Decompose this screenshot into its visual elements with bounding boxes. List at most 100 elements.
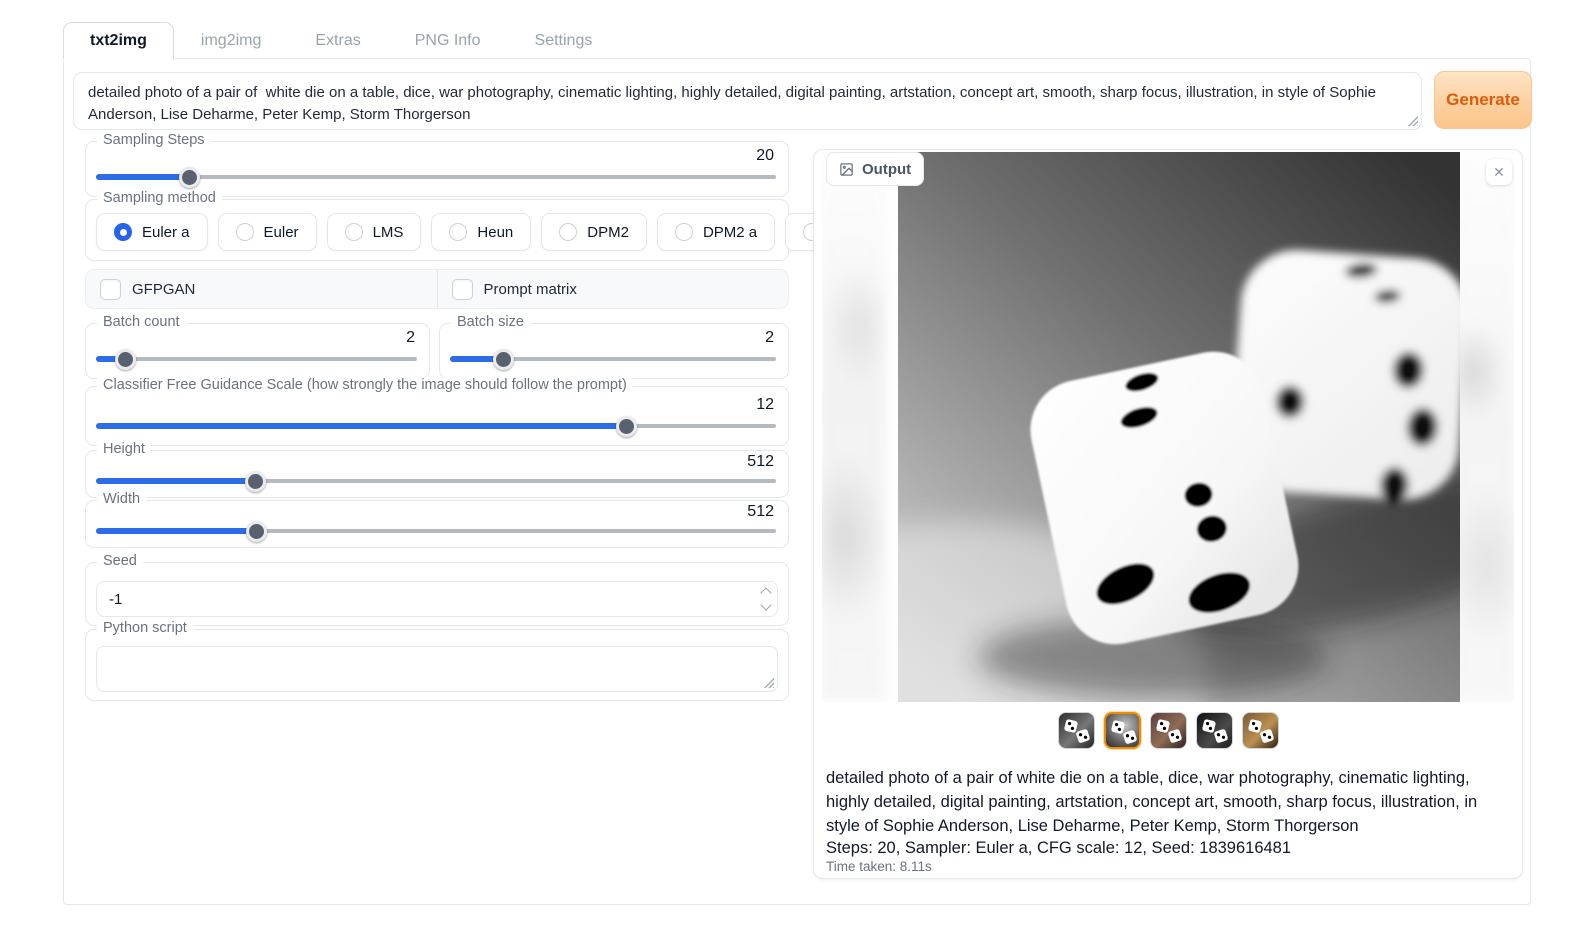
prompt-input[interactable]: detailed photo of a pair of white die on… — [74, 73, 1421, 129]
output-thumbnail-1[interactable] — [1058, 712, 1095, 749]
output-image-stage — [822, 152, 1514, 702]
width-label: Width — [97, 491, 146, 507]
checkbox-icon — [452, 279, 473, 300]
radio-icon — [559, 223, 577, 241]
width-slider[interactable] — [96, 521, 776, 541]
sampling-method-label: Sampling method — [97, 190, 222, 206]
slider-handle[interactable] — [246, 521, 267, 542]
height-slider[interactable] — [96, 471, 776, 491]
cfg-scale-slider[interactable] — [96, 416, 776, 436]
checkbox-icon — [100, 279, 121, 300]
cfg-scale-label: Classifier Free Guidance Scale (how stro… — [97, 377, 633, 393]
slider-fill — [96, 174, 189, 180]
gfpgan-checkbox[interactable]: GFPGAN — [86, 270, 437, 308]
seed-group: Seed — [85, 562, 789, 626]
tab-png-info[interactable]: PNG Info — [388, 22, 508, 59]
image-icon — [839, 162, 854, 177]
tab-extras[interactable]: Extras — [288, 22, 387, 59]
tab-settings[interactable]: Settings — [508, 22, 620, 59]
sampling-method-option-euler[interactable]: Euler — [218, 213, 317, 251]
output-thumbnail-4[interactable] — [1196, 712, 1233, 749]
radio-icon — [345, 223, 363, 241]
sampling-method-option-euler-a[interactable]: Euler a — [96, 213, 208, 251]
radio-icon — [236, 223, 254, 241]
slider-track — [96, 357, 417, 361]
close-output-button[interactable]: ✕ — [1486, 159, 1512, 185]
prompt-matrix-checkbox[interactable]: Prompt matrix — [437, 270, 789, 308]
tab-bar: txt2img img2img Extras PNG Info Settings — [63, 22, 619, 59]
radio-label: Euler — [264, 224, 299, 241]
sampling-steps-label: Sampling Steps — [97, 132, 211, 148]
tab-img2img[interactable]: img2img — [174, 22, 288, 59]
width-group: Width 512 — [85, 500, 789, 548]
batch-count-label: Batch count — [97, 314, 186, 330]
slider-handle[interactable] — [616, 416, 637, 437]
mini-die-icon — [1213, 728, 1228, 743]
tab-txt2img[interactable]: txt2img — [63, 22, 174, 59]
radio-label: LMS — [373, 224, 404, 241]
stepper-up-icon[interactable] — [760, 587, 771, 598]
radio-label: Euler a — [142, 224, 190, 241]
prompt-box: detailed photo of a pair of white die on… — [73, 72, 1422, 130]
radio-label: DPM2 a — [703, 224, 757, 241]
python-script-input[interactable] — [97, 647, 777, 691]
width-value: 512 — [747, 503, 774, 521]
radio-icon — [675, 223, 693, 241]
output-chip: Output — [826, 152, 924, 186]
batch-size-group: Batch size 2 — [439, 323, 789, 379]
sampling-steps-slider[interactable] — [96, 167, 776, 187]
batch-count-value: 2 — [406, 329, 415, 347]
mini-die-icon — [1167, 728, 1182, 743]
output-thumbnail-3[interactable] — [1150, 712, 1187, 749]
output-time-taken: Time taken: 8.11s — [826, 859, 932, 874]
main-panel: detailed photo of a pair of white die on… — [63, 58, 1531, 905]
app-root: txt2img img2img Extras PNG Info Settings… — [0, 0, 1594, 935]
slider-handle[interactable] — [115, 349, 136, 370]
output-caption: detailed photo of a pair of white die on… — [826, 766, 1510, 838]
output-thumbnail-5[interactable] — [1242, 712, 1279, 749]
height-label: Height — [97, 441, 151, 457]
image-blur-left — [822, 152, 886, 702]
sampling-method-option-heun[interactable]: Heun — [431, 213, 531, 251]
prompt-matrix-label: Prompt matrix — [484, 281, 577, 298]
seed-stepper[interactable] — [762, 589, 770, 609]
radio-label: Heun — [477, 224, 513, 241]
batch-size-label: Batch size — [451, 314, 530, 330]
sampling-steps-group: Sampling Steps 20 — [85, 141, 789, 197]
options-panel: GFPGAN Prompt matrix — [85, 269, 789, 309]
batch-size-value: 2 — [765, 329, 774, 347]
slider-fill — [96, 423, 626, 429]
generate-button[interactable]: Generate — [1434, 71, 1532, 129]
slider-handle[interactable] — [493, 349, 514, 370]
cfg-scale-group: Classifier Free Guidance Scale (how stro… — [85, 386, 789, 446]
seed-input[interactable] — [97, 582, 777, 616]
sampling-method-option-dpm2-a[interactable]: DPM2 a — [657, 213, 775, 251]
batch-size-slider[interactable] — [450, 349, 776, 369]
output-label: Output — [862, 161, 911, 178]
slider-handle[interactable] — [179, 167, 200, 188]
python-script-box — [96, 646, 778, 692]
mini-die-icon — [1155, 719, 1170, 734]
slider-fill — [96, 528, 256, 534]
gfpgan-label: GFPGAN — [132, 281, 195, 298]
radio-icon — [114, 223, 132, 241]
output-thumbnail-2[interactable] — [1104, 712, 1141, 749]
output-params: Steps: 20, Sampler: Euler a, CFG scale: … — [826, 837, 1510, 860]
mini-die-icon — [1063, 719, 1078, 734]
output-panel: Output ✕ — [813, 149, 1523, 879]
seed-input-wrap — [96, 581, 778, 617]
slider-fill — [96, 478, 255, 484]
mini-die-icon — [1201, 719, 1216, 734]
height-group: Height 512 — [85, 450, 789, 498]
generated-image-dice[interactable] — [898, 152, 1460, 702]
sampling-method-option-dpm2[interactable]: DPM2 — [541, 213, 647, 251]
radio-label: DPM2 — [587, 224, 629, 241]
batch-count-slider[interactable] — [96, 349, 417, 369]
sampling-method-option-lms[interactable]: LMS — [327, 213, 422, 251]
python-script-group: Python script — [85, 629, 789, 701]
stepper-down-icon[interactable] — [760, 599, 771, 610]
slider-handle[interactable] — [245, 471, 266, 492]
height-value: 512 — [747, 453, 774, 471]
mini-die-icon — [1122, 729, 1137, 744]
radio-icon — [449, 223, 467, 241]
